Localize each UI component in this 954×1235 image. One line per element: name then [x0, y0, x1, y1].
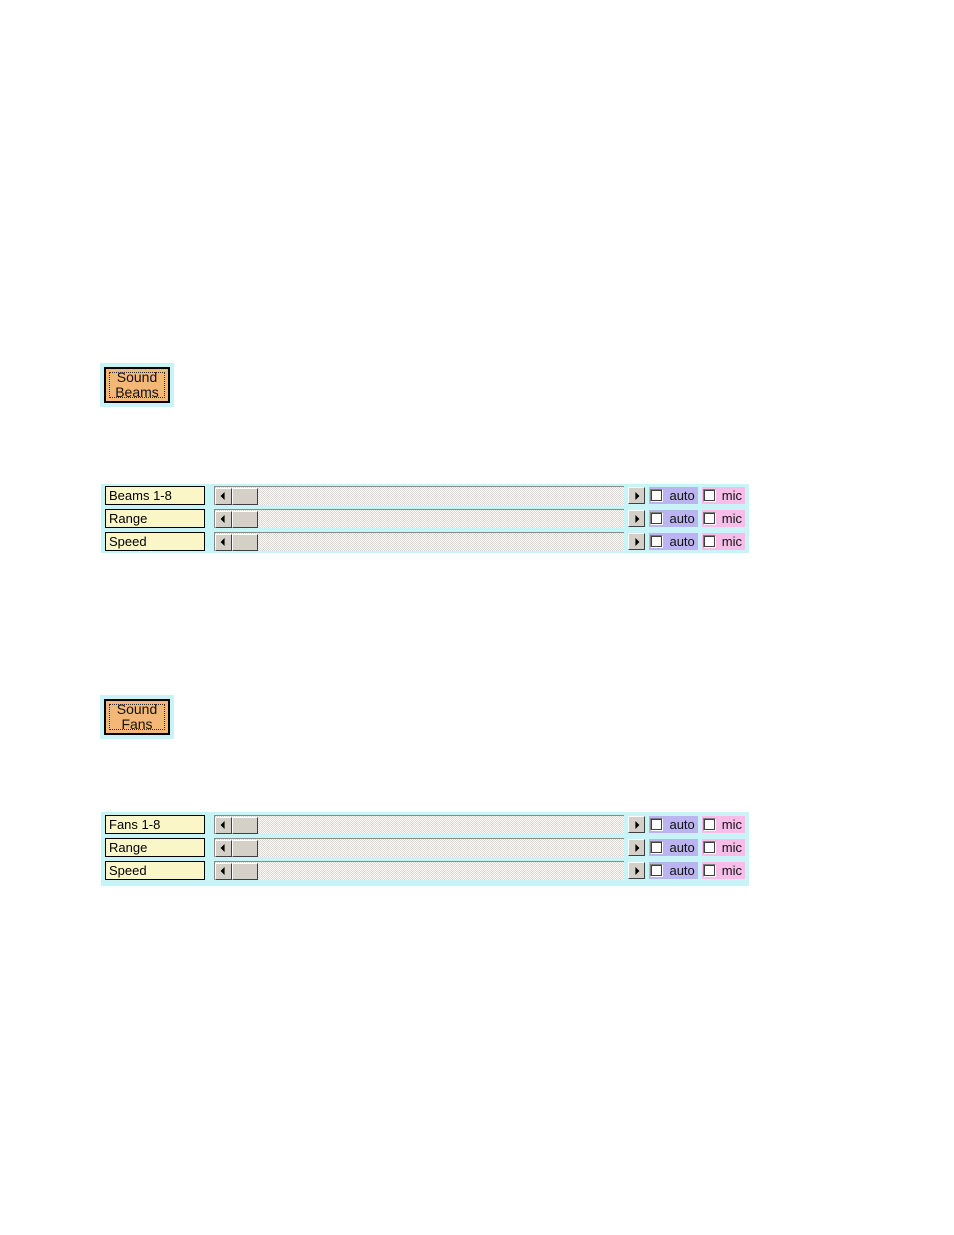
mic-label: mic	[721, 863, 742, 878]
slider-right-arrow-icon[interactable]	[628, 487, 646, 504]
auto-label: auto	[669, 863, 695, 878]
mic-checkbox-group[interactable]: mic	[701, 487, 745, 504]
sound-beams-button-label-line1: Sound	[116, 369, 158, 385]
slider-right-arrow-icon[interactable]	[628, 816, 646, 833]
auto-checkbox-cell: auto mic	[624, 487, 745, 504]
slider-left-arrow-icon[interactable]	[214, 862, 232, 880]
sound-beams-button[interactable]: Sound Beams	[104, 367, 170, 403]
slider-range[interactable]	[213, 509, 625, 528]
slider-track[interactable]	[258, 862, 625, 880]
auto-checkbox-cell: auto mic	[624, 510, 745, 527]
slider-thumb[interactable]	[231, 839, 258, 857]
slider-thumb[interactable]	[231, 816, 258, 834]
mic-checkbox-group[interactable]: mic	[701, 839, 745, 856]
auto-checkbox-group[interactable]: auto	[649, 533, 698, 550]
slider-thumb[interactable]	[231, 533, 258, 551]
slider-row: Beams 1-8 auto mic	[105, 486, 745, 505]
slider-right-arrow-icon[interactable]	[628, 862, 646, 879]
mic-label: mic	[721, 840, 742, 855]
slider-label-range: Range	[105, 838, 205, 857]
auto-checkbox[interactable]	[650, 818, 664, 831]
auto-checkbox-cell: auto mic	[624, 862, 745, 879]
mic-label: mic	[721, 511, 742, 526]
mic-checkbox-group[interactable]: mic	[701, 816, 745, 833]
sound-beams-panel: Beams 1-8 auto mic Range auto mic Speed …	[101, 484, 749, 553]
mic-label: mic	[721, 488, 742, 503]
auto-checkbox-group[interactable]: auto	[649, 839, 698, 856]
slider-row: Range auto mic	[105, 509, 745, 528]
auto-label: auto	[669, 817, 695, 832]
slider-track[interactable]	[258, 839, 625, 857]
mic-checkbox[interactable]	[702, 818, 716, 831]
mic-checkbox[interactable]	[702, 864, 716, 877]
mic-checkbox-group[interactable]: mic	[701, 862, 745, 879]
slider-track[interactable]	[258, 533, 625, 551]
mic-checkbox-group[interactable]: mic	[701, 510, 745, 527]
slider-row: Speed auto mic	[105, 861, 745, 880]
slider-left-arrow-icon[interactable]	[214, 510, 232, 528]
auto-checkbox[interactable]	[650, 489, 664, 502]
mic-checkbox-group[interactable]: mic	[701, 533, 745, 550]
slider-row: Range auto mic	[105, 838, 745, 857]
slider-speed[interactable]	[213, 532, 625, 551]
slider-row: Speed auto mic	[105, 532, 745, 551]
auto-checkbox[interactable]	[650, 535, 664, 548]
mic-checkbox[interactable]	[702, 841, 716, 854]
slider-thumb[interactable]	[231, 487, 258, 505]
sound-beams-button-label-line2: Beams	[115, 384, 159, 400]
slider-label-speed: Speed	[105, 532, 205, 551]
slider-label-fans-1-8: Fans 1-8	[105, 815, 205, 834]
auto-checkbox-group[interactable]: auto	[649, 862, 698, 879]
slider-right-arrow-icon[interactable]	[628, 839, 646, 856]
slider-track[interactable]	[258, 510, 625, 528]
slider-track[interactable]	[258, 816, 625, 834]
slider-left-arrow-icon[interactable]	[214, 533, 232, 551]
auto-label: auto	[669, 511, 695, 526]
auto-checkbox-cell: auto mic	[624, 816, 745, 833]
sound-fans-button-label-line2: Fans	[121, 716, 153, 732]
sound-fans-button-label-line1: Sound	[116, 701, 158, 717]
auto-checkbox-cell: auto mic	[624, 533, 745, 550]
mic-checkbox[interactable]	[702, 512, 716, 525]
auto-checkbox[interactable]	[650, 864, 664, 877]
slider-label-beams-1-8: Beams 1-8	[105, 486, 205, 505]
slider-thumb[interactable]	[231, 510, 258, 528]
auto-checkbox-group[interactable]: auto	[649, 487, 698, 504]
auto-checkbox-group[interactable]: auto	[649, 510, 698, 527]
slider-right-arrow-icon[interactable]	[628, 533, 646, 550]
slider-left-arrow-icon[interactable]	[214, 839, 232, 857]
slider-speed[interactable]	[213, 861, 625, 880]
slider-row: Fans 1-8 auto mic	[105, 815, 745, 834]
auto-label: auto	[669, 840, 695, 855]
slider-track[interactable]	[258, 487, 625, 505]
auto-label: auto	[669, 534, 695, 549]
mic-checkbox[interactable]	[702, 489, 716, 502]
auto-label: auto	[669, 488, 695, 503]
slider-right-arrow-icon[interactable]	[628, 510, 646, 527]
slider-label-speed: Speed	[105, 861, 205, 880]
mic-checkbox[interactable]	[702, 535, 716, 548]
slider-left-arrow-icon[interactable]	[214, 816, 232, 834]
slider-thumb[interactable]	[231, 862, 258, 880]
auto-checkbox-group[interactable]: auto	[649, 816, 698, 833]
sound-beams-button-frame: Sound Beams	[100, 363, 174, 407]
slider-range[interactable]	[213, 838, 625, 857]
sound-fans-button-frame: Sound Fans	[100, 695, 174, 739]
auto-checkbox-cell: auto mic	[624, 839, 745, 856]
slider-left-arrow-icon[interactable]	[214, 487, 232, 505]
sound-fans-panel: Fans 1-8 auto mic Range auto mic Speed a…	[101, 812, 749, 886]
auto-checkbox[interactable]	[650, 512, 664, 525]
mic-label: mic	[721, 534, 742, 549]
sound-fans-button[interactable]: Sound Fans	[104, 699, 170, 735]
auto-checkbox[interactable]	[650, 841, 664, 854]
slider-label-range: Range	[105, 509, 205, 528]
slider-beams-1-8[interactable]	[213, 486, 625, 505]
mic-label: mic	[721, 817, 742, 832]
slider-fans-1-8[interactable]	[213, 815, 625, 834]
